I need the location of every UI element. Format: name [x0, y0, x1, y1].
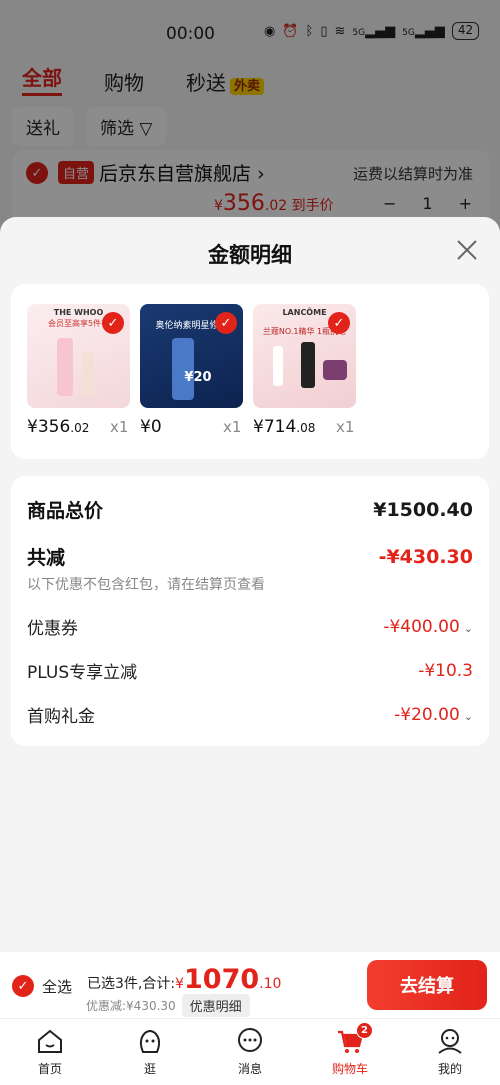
first-purchase-value: -¥20.00: [394, 704, 460, 725]
nav-cart[interactable]: 2 购物车: [300, 1019, 400, 1085]
product-image[interactable]: THE WHOO 会员至高享5件礼 ✓: [27, 304, 130, 408]
total-row: 商品总价 ¥1500.40: [27, 496, 473, 523]
nav-home[interactable]: 首页: [0, 1019, 100, 1085]
total-dec: .10: [259, 976, 282, 992]
chevron-down-icon: ⌄: [463, 621, 473, 635]
currency-symbol: ¥: [175, 976, 184, 992]
sheet-title: 金额明细: [208, 243, 292, 267]
nav-label: 消息: [237, 1062, 262, 1076]
coupon-value: -¥400.00: [383, 616, 460, 637]
bottle-shape: [172, 338, 194, 400]
product-image[interactable]: LANCÔME 兰蔻NO.1精华 1瓶抗老 ✓: [253, 304, 356, 408]
selected-count: 已选3件,合计:: [87, 976, 176, 992]
discount-row: 共减 -¥430.30: [27, 543, 473, 570]
savings-text: 优惠减:¥430.30: [86, 999, 176, 1013]
price-dec: .08: [296, 421, 316, 435]
amount-detail-sheet: 金额明细 THE WHOO 会员至高享5件礼 ✓ 奥伦纳素明星修护 ¥20 ✓ …: [0, 217, 500, 952]
coupon-label: 优惠券: [27, 619, 78, 639]
total-summary: 已选3件,合计:¥1070.10: [87, 964, 281, 995]
total-int: 1070: [184, 964, 260, 995]
product-price: ¥714.08: [253, 417, 315, 437]
product-list-card: THE WHOO 会员至高享5件礼 ✓ 奥伦纳素明星修护 ¥20 ✓ LANCÔ…: [11, 284, 489, 459]
total-label: 商品总价: [27, 500, 104, 522]
savings-summary: 优惠减:¥430.30 优惠明细: [86, 994, 250, 1017]
browse-icon: [139, 1030, 161, 1053]
product-tagline: ¥20: [184, 370, 212, 385]
price-int: 714: [263, 417, 297, 437]
plus-discount-label: PLUS专享立减: [27, 663, 138, 683]
currency-symbol: ¥: [140, 417, 151, 437]
nav-messages[interactable]: 消息: [200, 1019, 300, 1085]
checkout-button[interactable]: 去结算: [367, 960, 487, 1010]
select-all-checkbox[interactable]: ✓: [12, 975, 34, 997]
product-price: ¥356.02: [27, 417, 89, 437]
coupon-row[interactable]: 优惠券 -¥400.00 ⌄: [27, 614, 473, 640]
product-image[interactable]: 奥伦纳素明星修护 ¥20 ✓: [140, 304, 243, 408]
product-checkbox[interactable]: ✓: [102, 312, 124, 334]
currency-symbol: ¥: [27, 417, 38, 437]
jar-shape: [323, 360, 347, 380]
close-icon[interactable]: [456, 239, 478, 261]
message-icon: [238, 1028, 262, 1052]
product-price: ¥0: [140, 417, 162, 437]
bottle-shape: [82, 352, 94, 396]
total-value: ¥1500.40: [373, 498, 473, 521]
nav-label: 我的: [437, 1062, 462, 1076]
discount-label: 共减: [27, 547, 66, 569]
product-qty: x1: [223, 418, 242, 436]
discount-note: 以下优惠不包含红包，请在结算页查看: [27, 577, 265, 593]
discount-value: -¥430.30: [378, 545, 473, 568]
price-int: 0: [150, 417, 162, 437]
select-all-toggle[interactable]: ✓ 全选: [12, 975, 72, 997]
cart-count-badge: 2: [356, 1022, 373, 1039]
grand-total: ¥1070.10: [175, 964, 282, 995]
profile-icon: [438, 1029, 462, 1054]
first-purchase-value-group: -¥20.00 ⌄: [394, 705, 473, 725]
first-purchase-row[interactable]: 首购礼金 -¥20.00 ⌄: [27, 702, 473, 728]
price-dec: .02: [70, 421, 90, 435]
product-checkbox[interactable]: ✓: [328, 312, 350, 334]
select-all-label: 全选: [42, 977, 73, 996]
checkout-bar: ✓ 全选 已选3件,合计:¥1070.10 优惠减:¥430.30 优惠明细 去…: [0, 952, 500, 1018]
price-int: 356: [37, 417, 71, 437]
nav-label: 逛: [143, 1062, 156, 1076]
nav-profile[interactable]: 我的: [400, 1019, 500, 1085]
bottom-nav: 首页 逛 消息 2 购物车 我的: [0, 1018, 500, 1085]
plus-discount-row: PLUS专享立减 -¥10.3: [27, 658, 473, 684]
nav-browse[interactable]: 逛: [100, 1019, 200, 1085]
currency-symbol: ¥: [253, 417, 264, 437]
coupon-value-group: -¥400.00 ⌄: [383, 617, 473, 637]
discount-detail-button[interactable]: 优惠明细: [181, 994, 250, 1017]
nav-label: 首页: [37, 1062, 62, 1076]
nav-label: 购物车: [331, 1062, 368, 1076]
chevron-down-icon: ⌄: [463, 709, 473, 723]
price-breakdown-card: 商品总价 ¥1500.40 共减 -¥430.30 以下优惠不包含红包，请在结算…: [11, 476, 489, 746]
bottle-shape: [301, 342, 315, 388]
bottle-shape: [273, 346, 283, 386]
product-qty: x1: [336, 418, 355, 436]
product-checkbox[interactable]: ✓: [215, 312, 237, 334]
home-icon: [38, 1029, 62, 1053]
product-qty: x1: [110, 418, 129, 436]
bottle-shape: [57, 338, 73, 396]
first-purchase-label: 首购礼金: [27, 707, 95, 727]
plus-discount-value: -¥10.3: [418, 660, 473, 681]
